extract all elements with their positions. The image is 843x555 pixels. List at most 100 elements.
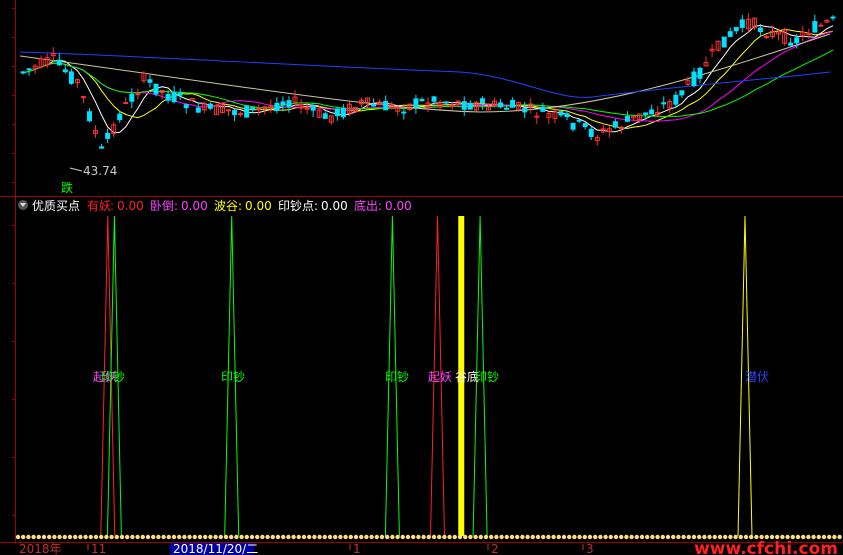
baseline-dot bbox=[442, 534, 447, 540]
baseline-dot bbox=[437, 534, 442, 540]
candle-body bbox=[274, 102, 280, 112]
baseline-dot bbox=[411, 534, 416, 540]
baseline-dot bbox=[291, 534, 296, 540]
baseline-dot bbox=[296, 534, 301, 540]
baseline-dot bbox=[177, 534, 182, 540]
candle-body bbox=[661, 102, 667, 105]
baseline-dot bbox=[478, 534, 483, 540]
signal-label-yinchao-2: 印钞 bbox=[221, 369, 245, 384]
candle-body bbox=[582, 123, 588, 128]
x-axis-month-11: 11 bbox=[91, 542, 106, 555]
indicator-title: 优质买点 bbox=[32, 199, 80, 213]
baseline-dot bbox=[624, 534, 629, 540]
baseline-dot bbox=[73, 534, 78, 540]
legend-bogu-val: 0.00 bbox=[245, 199, 272, 213]
baseline-dot bbox=[327, 534, 333, 540]
baseline-dot bbox=[525, 534, 530, 540]
baseline-dot bbox=[530, 534, 535, 540]
baseline-dot bbox=[509, 534, 515, 540]
baseline-dot bbox=[400, 534, 405, 540]
watermark: www.cfchi.com bbox=[694, 539, 838, 555]
baseline-dot bbox=[301, 534, 307, 540]
drop-marker-label: 跌 bbox=[61, 180, 73, 195]
x-axis-cursor-date: 2018/11/20/二 bbox=[173, 542, 258, 555]
x-axis-year-label: 2018年 bbox=[19, 542, 62, 555]
baseline-dot bbox=[541, 534, 546, 540]
baseline-dot bbox=[109, 534, 114, 540]
candle-body bbox=[207, 103, 213, 109]
baseline-dot bbox=[483, 534, 489, 540]
baseline-dot bbox=[88, 534, 94, 540]
svg-text::: : bbox=[238, 199, 242, 213]
baseline-dot bbox=[353, 534, 359, 540]
candle-body bbox=[280, 101, 286, 106]
candle-body bbox=[691, 71, 697, 87]
candle-body bbox=[26, 68, 32, 71]
baseline-dot bbox=[561, 534, 567, 540]
candle-body bbox=[99, 146, 105, 149]
candle-body bbox=[649, 109, 655, 115]
baseline-dot bbox=[286, 534, 291, 540]
baseline-dot bbox=[47, 534, 52, 540]
candle-body bbox=[123, 102, 129, 105]
baseline-dot bbox=[312, 534, 317, 540]
candle-body bbox=[177, 92, 183, 96]
baseline-dot bbox=[197, 534, 203, 540]
legend-wodao-val: 0.00 bbox=[181, 199, 208, 213]
svg-text::: : bbox=[314, 199, 318, 213]
baseline-dot bbox=[431, 534, 437, 540]
signal-label-yinchao-1: 印钞 bbox=[101, 369, 125, 384]
candle-body bbox=[431, 96, 437, 102]
candle-body bbox=[467, 102, 473, 110]
baseline-dot bbox=[93, 534, 99, 540]
baseline-dot bbox=[15, 534, 21, 540]
baseline-dot bbox=[468, 534, 473, 540]
baseline-dot bbox=[307, 534, 312, 540]
baseline-dot bbox=[452, 534, 457, 540]
candle-body bbox=[540, 106, 546, 112]
candle-body bbox=[419, 99, 425, 102]
baseline-dot bbox=[62, 534, 67, 540]
candle-body bbox=[153, 83, 159, 95]
baseline-dot bbox=[608, 534, 613, 540]
baseline-dot bbox=[556, 534, 561, 540]
baseline-dot bbox=[41, 534, 47, 540]
stock-chart[interactable]: 43.74 跌 优质买点 有妖 : 0.00 卧倒 : 0.00 波谷 : 0.… bbox=[0, 0, 843, 555]
baseline-dot bbox=[244, 534, 249, 540]
baseline-dot bbox=[364, 534, 369, 540]
baseline-dot bbox=[218, 534, 223, 540]
baseline-dot bbox=[151, 534, 156, 540]
candle-body bbox=[479, 98, 485, 104]
baseline-dot bbox=[125, 534, 130, 540]
baseline-dot bbox=[249, 534, 255, 540]
baseline-dot bbox=[676, 534, 681, 540]
baseline-dot bbox=[421, 534, 426, 540]
candle-body bbox=[226, 109, 232, 112]
candle-body bbox=[612, 121, 618, 128]
baseline-dot bbox=[416, 534, 421, 540]
baseline-dot bbox=[546, 534, 551, 540]
baseline-dot bbox=[499, 534, 504, 540]
baseline-dot bbox=[520, 534, 525, 540]
legend-wodao-name: 卧倒 bbox=[150, 199, 174, 213]
baseline-dot bbox=[655, 534, 660, 540]
baseline-dot bbox=[837, 534, 842, 540]
baseline-dot bbox=[213, 534, 218, 540]
baseline-dot bbox=[385, 534, 390, 540]
candle-body bbox=[413, 98, 419, 108]
candle-body bbox=[757, 27, 763, 33]
candle-body bbox=[80, 96, 86, 99]
candle-body bbox=[129, 93, 135, 102]
candle-body bbox=[195, 107, 201, 113]
baseline-dot bbox=[504, 534, 509, 540]
baseline-dot bbox=[36, 534, 41, 540]
baseline-dot bbox=[639, 534, 645, 540]
candle-body bbox=[510, 100, 516, 108]
baseline-dot bbox=[161, 534, 166, 540]
candle-body bbox=[788, 42, 794, 46]
legend-youyao-name: 有妖 bbox=[87, 199, 111, 213]
signal-label-yinchao-3: 印钞 bbox=[385, 369, 409, 384]
candle-body bbox=[443, 101, 449, 104]
baseline-dot bbox=[535, 534, 541, 540]
baseline-dot bbox=[582, 534, 587, 540]
